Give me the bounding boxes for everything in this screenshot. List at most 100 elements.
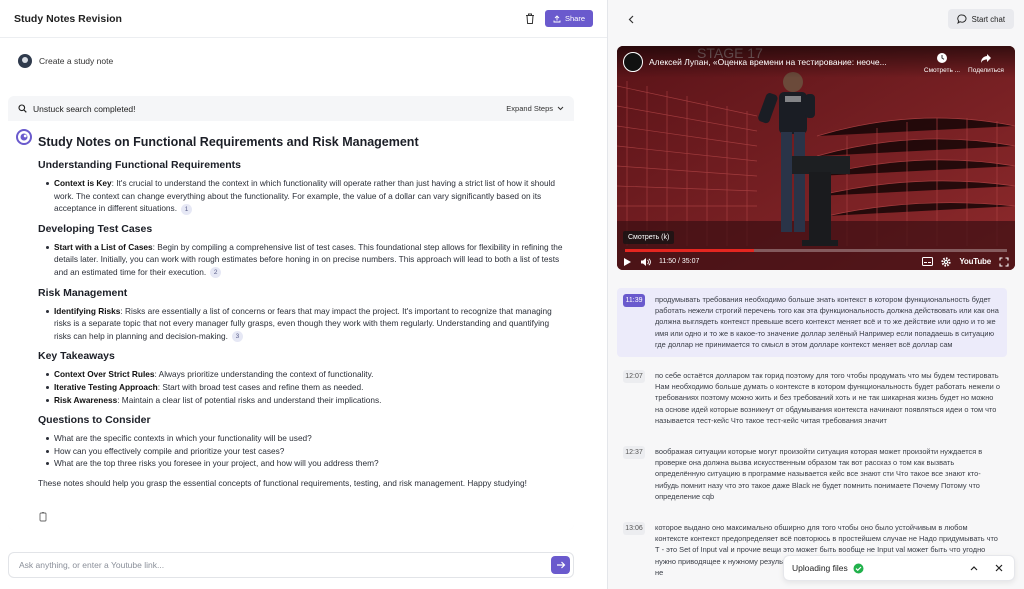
upload-icon	[553, 14, 561, 22]
citation-badge[interactable]: 1	[181, 203, 192, 215]
create-note-row[interactable]: Create a study note	[18, 54, 113, 68]
timestamp-chip[interactable]: 12:37	[623, 446, 645, 460]
video-frame: STAGE 17	[617, 46, 1015, 270]
transcript-text: по себе остаётся долларом так горид поэт…	[655, 371, 1000, 425]
item-text: What are the specific contexts in which …	[54, 433, 312, 444]
item-text: How can you effectively compile and prio…	[54, 445, 285, 456]
start-chat-button[interactable]: Start chat	[947, 9, 1014, 29]
section-heading: Questions to Consider	[38, 414, 151, 427]
chat-input-box	[8, 552, 574, 578]
chat-input[interactable]	[19, 560, 551, 570]
transcript-text: продумывать требования необходимо больше…	[655, 295, 999, 349]
upload-label: Uploading files	[792, 563, 848, 573]
check-circle-icon	[853, 563, 864, 573]
copy-icon[interactable]	[38, 512, 48, 522]
item-text: : Start with broad test cases and refine…	[157, 381, 364, 392]
list-item: What are the top three risks you foresee…	[46, 457, 566, 470]
chevron-down-icon	[557, 106, 564, 111]
volume-icon	[641, 257, 651, 266]
video-time: 11:50 / 35:07	[659, 258, 700, 265]
back-button[interactable]	[624, 12, 638, 26]
section-list: Identifying Risks: Risks are essentially…	[38, 305, 566, 343]
item-text: : Always prioritize understanding the co…	[154, 369, 374, 380]
transcript-segment[interactable]: 12:37 воображая ситуации которые могут пр…	[617, 440, 1007, 509]
watch-on-youtube-badge[interactable]: Смотреть (k)	[623, 231, 675, 244]
item-text: : Risks are essentially a list of concer…	[54, 305, 552, 341]
video-title[interactable]: Алексей Лупан, «Оценка времени на тестир…	[649, 57, 917, 67]
video-share-label: Поделиться	[968, 67, 1004, 74]
avatar	[18, 54, 32, 68]
list-item: Risk Awareness: Maintain a clear list of…	[46, 394, 566, 407]
chevron-left-icon	[628, 15, 634, 23]
section-heading: Developing Test Cases	[38, 222, 153, 235]
chat-bubble-icon	[956, 14, 967, 24]
expand-steps-label: Expand Steps	[506, 104, 553, 113]
item-term: Risk Awareness	[54, 394, 118, 405]
notes-title: Study Notes on Functional Requirements a…	[38, 135, 419, 149]
fullscreen-button[interactable]	[999, 256, 1009, 267]
transcript-segment[interactable]: 11:39 продумывать требования необходимо б…	[617, 288, 1007, 358]
play-icon	[624, 257, 631, 266]
player-controls: 11:50 / 35:07 YouTube	[617, 253, 1015, 270]
search-status-text: Unstuck search completed!	[33, 103, 136, 114]
section-list: Context is Key: It's crucial to understa…	[38, 177, 566, 215]
send-button[interactable]	[551, 556, 570, 574]
youtube-logo[interactable]: YouTube	[959, 257, 991, 266]
transcript-list: 11:39 продумывать требования необходимо б…	[617, 288, 1007, 589]
item-term: Iterative Testing Approach	[54, 381, 158, 392]
notes-sections: Understanding Functional Requirements Con…	[38, 159, 566, 470]
item-text: What are the top three risks you foresee…	[54, 458, 379, 469]
section-heading: Key Takeaways	[38, 350, 115, 363]
notes-pane: Study Notes Revision Share Create a stud…	[0, 0, 608, 589]
list-item: What are the specific contexts in which …	[46, 432, 566, 445]
page-title: Study Notes Revision	[14, 12, 122, 25]
timestamp-chip[interactable]: 13:06	[623, 522, 645, 536]
item-text: : Maintain a clear list of potential ris…	[117, 394, 382, 405]
item-term: Context is Key	[54, 178, 112, 188]
delete-button[interactable]	[521, 10, 539, 28]
chevron-up-icon	[970, 566, 978, 571]
play-button[interactable]	[623, 257, 632, 267]
section-list: Context Over Strict Rules: Always priori…	[38, 368, 566, 406]
video-title-bar: Алексей Лупан, «Оценка времени на тестир…	[617, 46, 1015, 78]
list-item: How can you effectively compile and prio…	[46, 445, 566, 458]
item-term: Start with a List of Cases	[54, 241, 153, 252]
arrow-right-icon	[556, 561, 565, 569]
transcript-segment[interactable]: 12:07 по себе остаётся долларом так горид…	[617, 364, 1007, 433]
expand-steps-button[interactable]: Expand Steps	[506, 104, 564, 113]
assistant-logo-icon	[16, 129, 32, 145]
video-share-button[interactable]: Поделиться	[967, 52, 1005, 74]
settings-button[interactable]	[941, 256, 951, 267]
captions-button[interactable]	[922, 257, 934, 266]
close-toast-button[interactable]	[992, 561, 1006, 575]
item-term: Identifying Risks	[54, 305, 121, 316]
list-item: Start with a List of Cases: Begin by com…	[46, 241, 566, 279]
clock-icon	[937, 53, 947, 63]
timestamp-chip[interactable]: 12:07	[623, 370, 645, 384]
fullscreen-icon	[999, 256, 1009, 267]
citation-badge[interactable]: 3	[231, 331, 243, 343]
share-label: Share	[564, 14, 585, 23]
timestamp-chip[interactable]: 11:39	[623, 294, 645, 307]
youtube-player[interactable]: STAGE 17 Алексей Лупан, «Оценка времени …	[617, 46, 1015, 270]
video-pane-header: Start chat	[608, 0, 1024, 38]
notes-closing: These notes should help you grasp the es…	[38, 477, 527, 488]
progress-bar[interactable]	[625, 249, 1007, 252]
top-bar: Study Notes Revision Share	[0, 0, 607, 38]
share-arrow-icon	[981, 54, 991, 63]
search-status-bar: Unstuck search completed! Expand Steps	[8, 96, 574, 121]
upload-toast: Uploading files	[783, 555, 1015, 581]
volume-button[interactable]	[640, 257, 651, 267]
section-list: What are the specific contexts in which …	[38, 432, 566, 470]
search-icon	[18, 104, 27, 113]
share-button[interactable]: Share	[544, 10, 593, 27]
citation-badge[interactable]: 2	[210, 267, 222, 279]
watch-later-button[interactable]: Смотреть ...	[923, 52, 961, 74]
notes-card: Study Notes on Functional Requirements a…	[8, 121, 574, 530]
transcript-text: воображая ситуации которые могут произой…	[655, 447, 983, 501]
list-item: Iterative Testing Approach: Start with b…	[46, 381, 566, 394]
collapse-toast-button[interactable]	[967, 561, 981, 575]
watch-later-label: Смотреть ...	[923, 67, 961, 74]
item-text: : It's crucial to understand the context…	[54, 178, 556, 214]
channel-avatar[interactable]	[623, 52, 643, 72]
